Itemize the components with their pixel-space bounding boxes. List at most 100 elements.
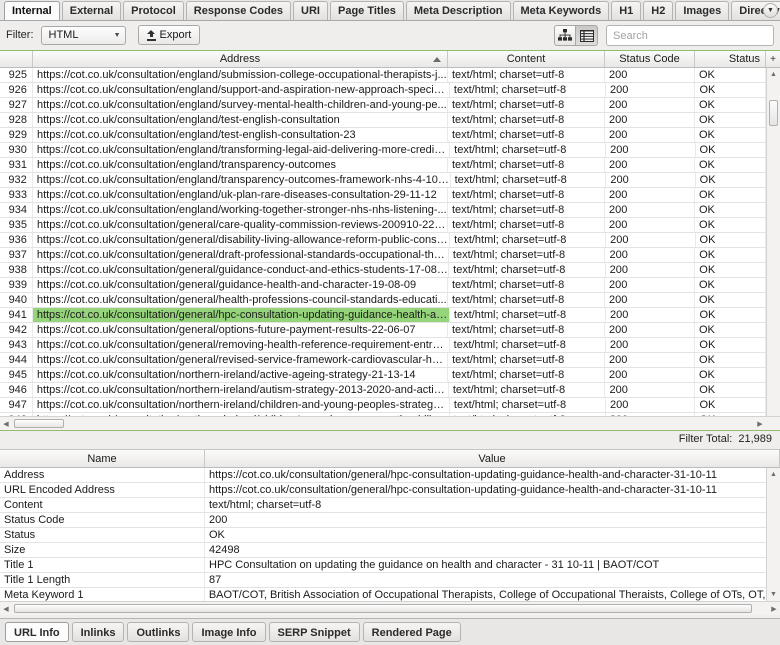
row-address: https://cot.co.uk/consultation/general/h… (33, 293, 448, 307)
detail-tab-serp-snippet[interactable]: SERP Snippet (268, 622, 360, 642)
row-index: 934 (0, 203, 33, 217)
list-view-icon (579, 29, 594, 42)
tab-internal[interactable]: Internal (4, 1, 60, 20)
column-header-status-code[interactable]: Status Code (605, 51, 695, 67)
detail-row[interactable]: Title 1 HPC Consultation on updating the … (0, 558, 780, 573)
table-row[interactable]: 941 https://cot.co.uk/consultation/genera… (0, 308, 780, 323)
table-row[interactable]: 934 https://cot.co.uk/consultation/englan… (0, 203, 780, 218)
tab-label: Images (683, 5, 722, 17)
table-row[interactable]: 927 https://cot.co.uk/consultation/englan… (0, 98, 780, 113)
detail-row[interactable]: Status Code 200 (0, 513, 780, 528)
detail-vertical-scrollbar[interactable]: ▲ ▼ (766, 468, 780, 601)
row-index: 933 (0, 188, 33, 202)
row-address: https://cot.co.uk/consultation/england/w… (33, 203, 448, 217)
table-row[interactable]: 936 https://cot.co.uk/consultation/genera… (0, 233, 780, 248)
column-header-content[interactable]: Content (448, 51, 605, 67)
export-button[interactable]: Export (137, 25, 201, 45)
detail-column-header-value[interactable]: Value (205, 450, 780, 467)
table-row[interactable]: 938 https://cot.co.uk/consultation/genera… (0, 263, 780, 278)
table-row[interactable]: 928 https://cot.co.uk/consultation/englan… (0, 113, 780, 128)
detail-tab-url-info[interactable]: URL Info (5, 622, 69, 642)
table-row[interactable]: 933 https://cot.co.uk/consultation/englan… (0, 188, 780, 203)
column-header-status[interactable]: Status (695, 51, 766, 67)
tab-h2[interactable]: H2 (643, 1, 674, 20)
detail-tab-outlinks[interactable]: Outlinks (127, 622, 190, 642)
tree-view-button[interactable] (554, 25, 576, 46)
results-table-body: 925 https://cot.co.uk/consultation/englan… (0, 68, 780, 428)
detail-horizontal-scrollbar[interactable]: ◀ ▶ (0, 601, 780, 615)
table-row[interactable]: 946 https://cot.co.uk/consultation/northe… (0, 383, 780, 398)
results-horizontal-scroll-thumb[interactable] (14, 419, 64, 428)
table-row[interactable]: 935 https://cot.co.uk/consultation/genera… (0, 218, 780, 233)
add-column-button[interactable]: + (766, 51, 780, 67)
scroll-left-icon[interactable]: ◀ (0, 417, 12, 430)
detail-row[interactable]: Title 1 Length 87 (0, 573, 780, 588)
table-row[interactable]: 925 https://cot.co.uk/consultation/englan… (0, 68, 780, 83)
detail-row[interactable]: Address https://cot.co.uk/consultation/ge… (0, 468, 780, 483)
detail-column-header-name[interactable]: Name (0, 450, 205, 467)
scroll-down-icon[interactable]: ▼ (767, 588, 780, 601)
table-row[interactable]: 944 https://cot.co.uk/consultation/genera… (0, 353, 780, 368)
table-row[interactable]: 932 https://cot.co.uk/consultation/englan… (0, 173, 780, 188)
row-address: https://cot.co.uk/consultation/england/u… (33, 188, 448, 202)
list-view-button[interactable] (576, 25, 598, 46)
detail-row[interactable]: Size 42498 (0, 543, 780, 558)
table-row[interactable]: 926 https://cot.co.uk/consultation/englan… (0, 83, 780, 98)
table-row[interactable]: 931 https://cot.co.uk/consultation/englan… (0, 158, 780, 173)
table-row[interactable]: 945 https://cot.co.uk/consultation/northe… (0, 368, 780, 383)
tab-h1[interactable]: H1 (611, 1, 642, 20)
detail-row[interactable]: Status OK (0, 528, 780, 543)
table-row[interactable]: 943 https://cot.co.uk/consultation/genera… (0, 338, 780, 353)
table-row[interactable]: 947 https://cot.co.uk/consultation/northe… (0, 398, 780, 413)
detail-row[interactable]: URL Encoded Address https://cot.co.uk/con… (0, 483, 780, 498)
detail-horizontal-scroll-thumb[interactable] (14, 604, 752, 613)
results-vertical-scroll-thumb[interactable] (769, 100, 778, 126)
results-vertical-scrollbar[interactable]: ▲ (766, 68, 780, 430)
table-row[interactable]: 942 https://cot.co.uk/consultation/genera… (0, 323, 780, 338)
tab-external[interactable]: External (61, 1, 122, 20)
scroll-left-icon[interactable]: ◀ (0, 602, 12, 615)
seo-crawler-window: Internal External Protocol Response Codes UR… (0, 0, 780, 645)
filter-select[interactable]: HTML ▼ (40, 25, 126, 45)
results-horizontal-scrollbar[interactable]: ◀ ▶ (0, 416, 780, 430)
chevron-down-icon[interactable]: ▼ (763, 3, 778, 18)
tab-meta-keywords[interactable]: Meta Keywords (512, 1, 610, 20)
tab-protocol[interactable]: Protocol (123, 1, 184, 20)
table-row[interactable]: 937 https://cot.co.uk/consultation/genera… (0, 248, 780, 263)
detail-tab-inlinks[interactable]: Inlinks (71, 622, 125, 642)
detail-tab-image-info[interactable]: Image Info (192, 622, 266, 642)
scroll-up-icon[interactable]: ▲ (767, 468, 780, 481)
tab-response-codes[interactable]: Response Codes (185, 1, 292, 20)
column-header-address[interactable]: Address (33, 51, 448, 67)
table-row[interactable]: 939 https://cot.co.uk/consultation/genera… (0, 278, 780, 293)
detail-tab-label: Outlinks (136, 627, 181, 639)
scroll-right-icon[interactable]: ▶ (768, 602, 780, 615)
detail-row-value: text/html; charset=utf-8 (205, 498, 780, 512)
row-index: 932 (0, 173, 33, 187)
filter-toolbar: Filter: HTML ▼ Export Search (0, 21, 780, 49)
detail-row[interactable]: Content text/html; charset=utf-8 (0, 498, 780, 513)
tab-page-titles[interactable]: Page Titles (329, 1, 404, 20)
row-content: text/html; charset=utf-8 (450, 83, 606, 97)
scroll-right-icon[interactable]: ▶ (754, 417, 766, 430)
column-header-index[interactable] (0, 51, 33, 67)
row-index: 946 (0, 383, 33, 397)
table-row[interactable]: 930 https://cot.co.uk/consultation/englan… (0, 143, 780, 158)
detail-table-header: Name Value (0, 450, 780, 468)
row-address: https://cot.co.uk/consultation/general/h… (32, 308, 450, 322)
row-address: https://cot.co.uk/consultation/england/t… (33, 128, 448, 142)
tab-uri[interactable]: URI (293, 1, 328, 20)
row-status: OK (695, 383, 767, 397)
detail-tab-rendered-page[interactable]: Rendered Page (362, 622, 461, 642)
detail-tab-label: Inlinks (80, 627, 116, 639)
table-row[interactable]: 940 https://cot.co.uk/consultation/genera… (0, 293, 780, 308)
scroll-up-icon[interactable]: ▲ (767, 68, 780, 81)
tab-images[interactable]: Images (675, 1, 730, 20)
row-address: https://cot.co.uk/consultation/northern-… (33, 383, 449, 397)
search-input[interactable]: Search (606, 25, 774, 46)
detail-row-name: Content (0, 498, 205, 512)
row-index: 937 (0, 248, 33, 262)
tab-meta-description[interactable]: Meta Description (405, 1, 511, 20)
table-row[interactable]: 929 https://cot.co.uk/consultation/englan… (0, 128, 780, 143)
tab-label: Protocol (131, 5, 176, 17)
